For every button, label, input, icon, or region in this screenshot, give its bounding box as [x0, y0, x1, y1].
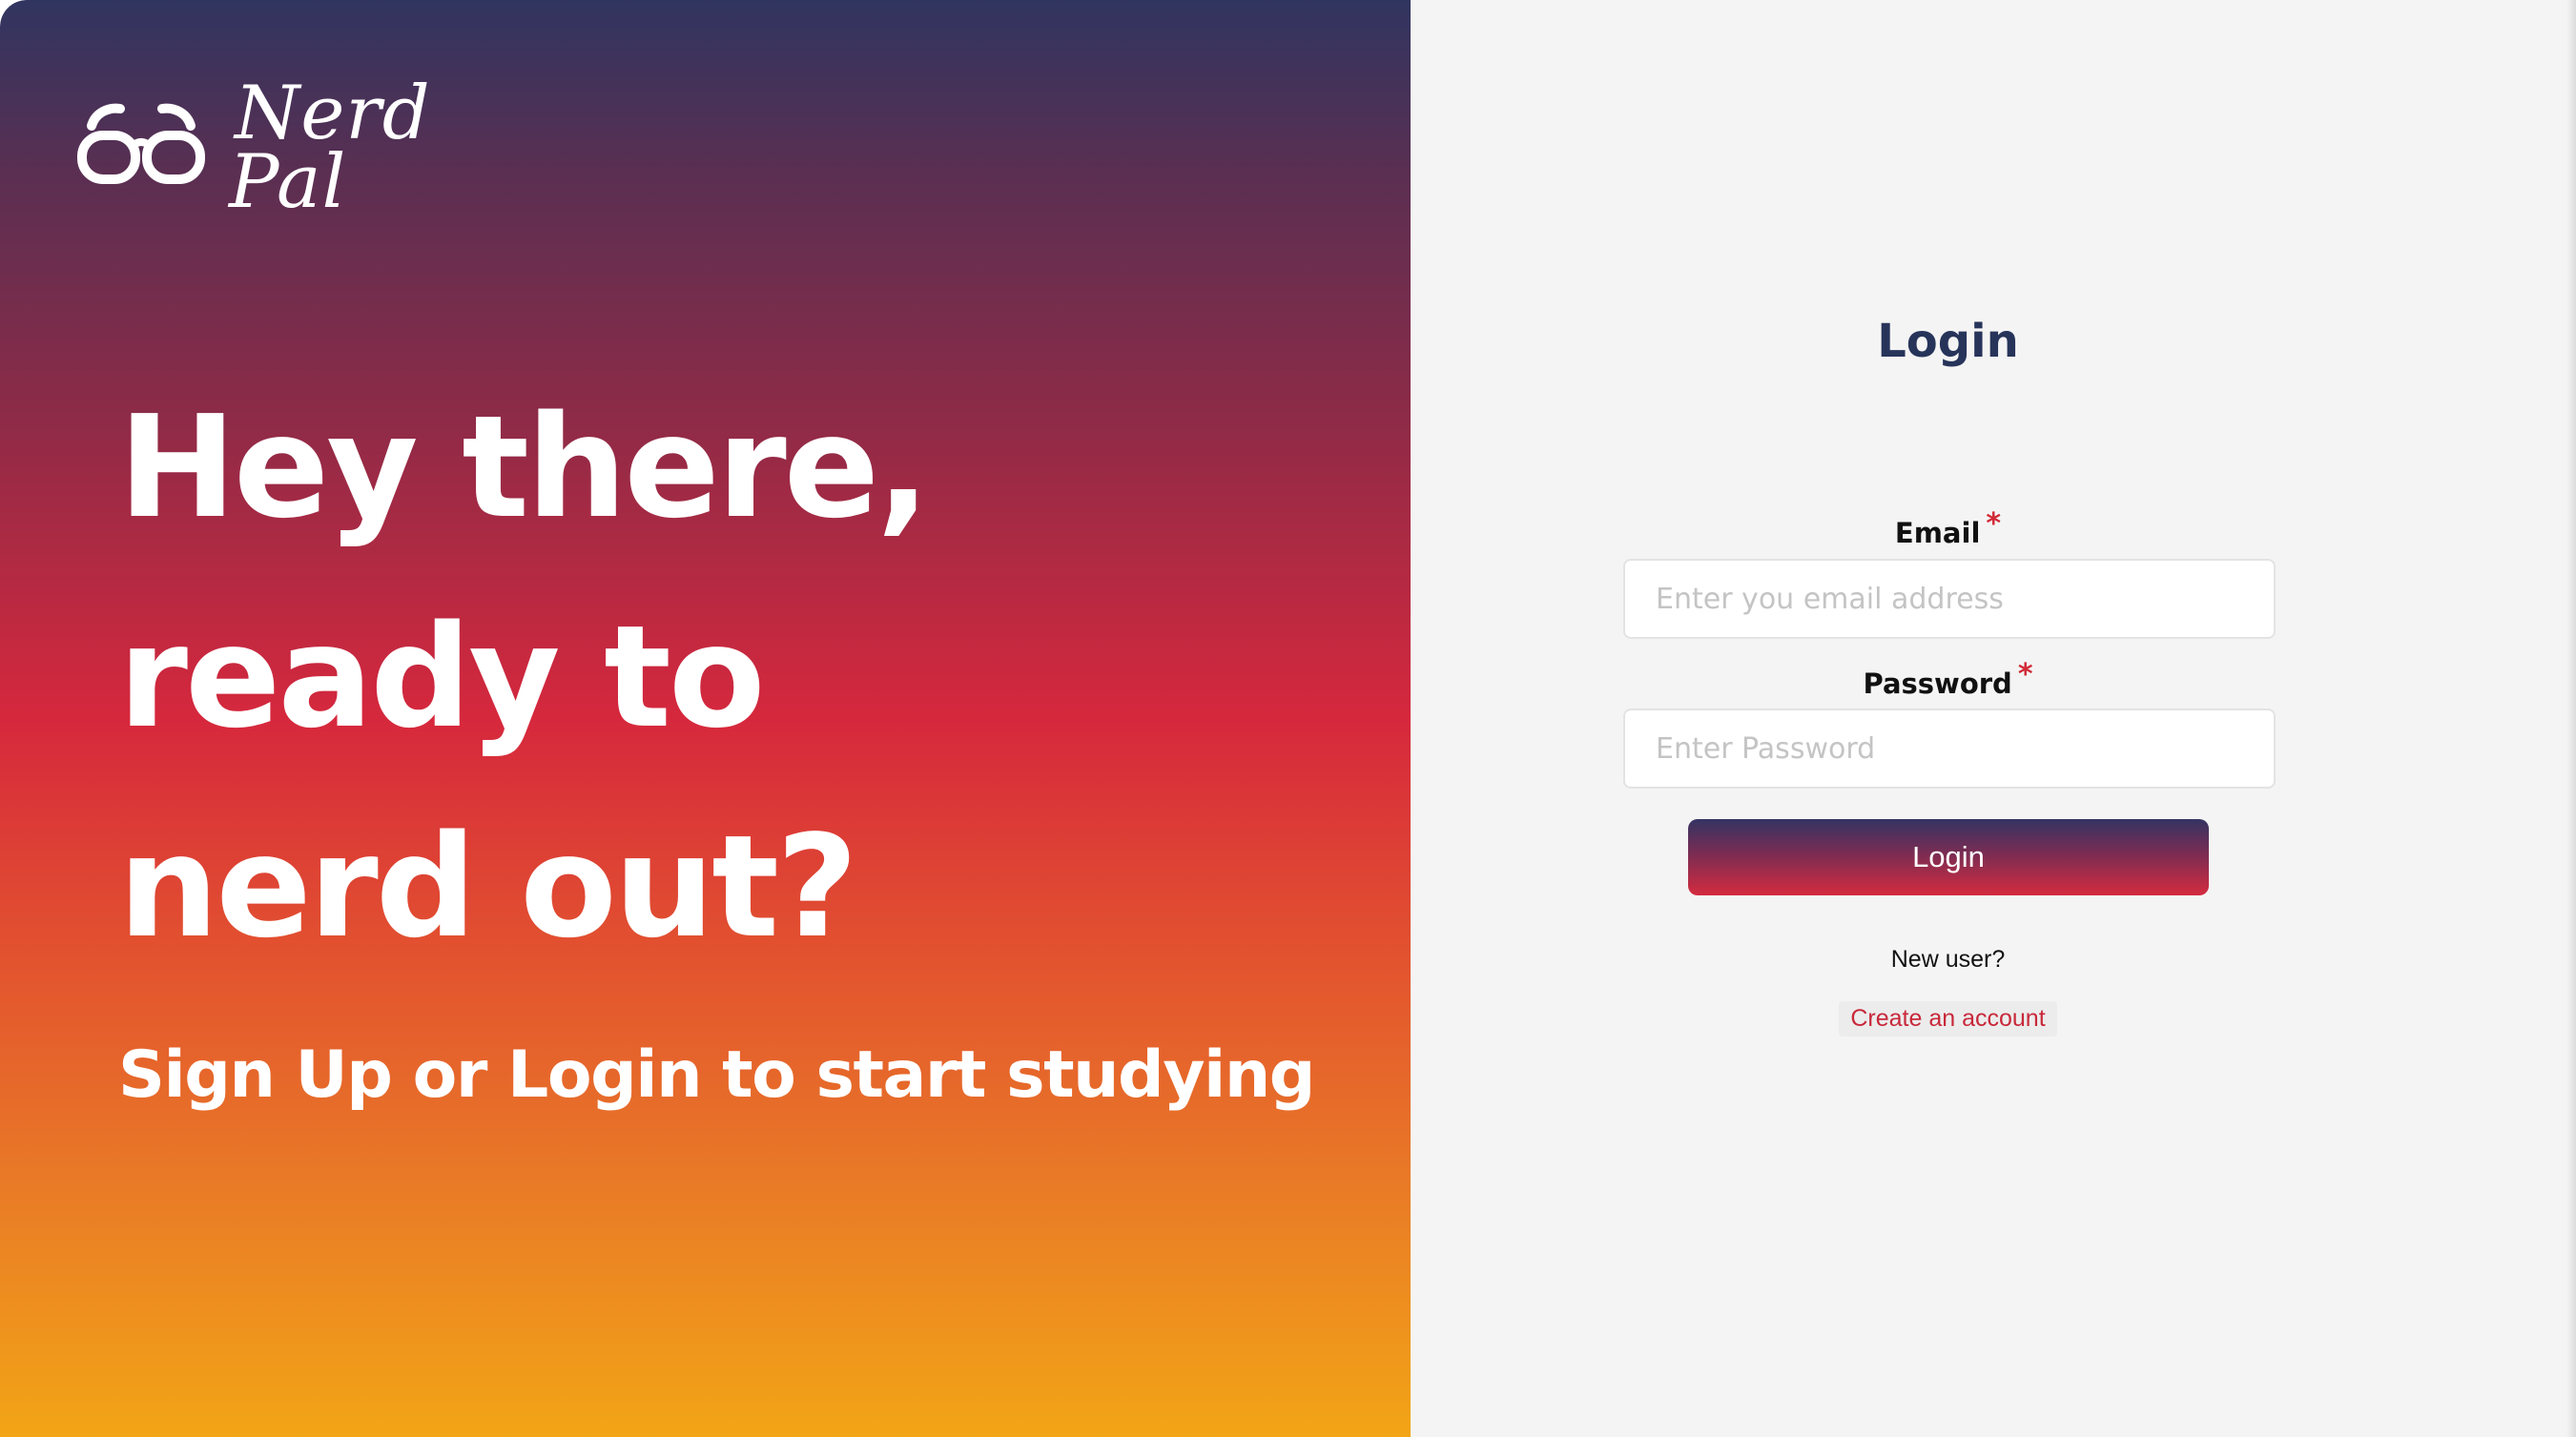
password-label: Password *	[1412, 658, 2484, 701]
email-input[interactable]	[1623, 559, 2276, 639]
password-input[interactable]	[1623, 708, 2276, 789]
new-user-text: New user?	[1890, 946, 2006, 973]
password-label-text: Password	[1863, 667, 2012, 700]
hero-headline: Hey there, ready to nerd out?	[118, 362, 1263, 992]
glasses-icon	[77, 103, 205, 184]
hero-tagline: Sign Up or Login to start studying	[118, 1037, 1315, 1113]
headline-line-3: nerd out?	[118, 805, 858, 969]
brand-logo: Nerd Pal	[74, 74, 430, 227]
create-account-link[interactable]: Create an account	[1839, 1001, 2057, 1037]
form-title: Login	[1877, 315, 2019, 368]
required-asterisk: *	[2017, 658, 2033, 691]
required-asterisk: *	[1986, 507, 2002, 541]
email-label: Email *	[1412, 507, 2484, 550]
window-edge	[2566, 0, 2576, 1437]
email-label-text: Email	[1894, 517, 1981, 549]
headline-line-1: Hey there,	[118, 385, 930, 549]
login-button[interactable]: Login	[1688, 819, 2209, 895]
hero-panel: Nerd Pal Hey there, ready to nerd out? S…	[0, 0, 1411, 1437]
create-account-wrap: Create an account	[1412, 1001, 2484, 1037]
login-page: Nerd Pal Hey there, ready to nerd out? S…	[0, 0, 2576, 1437]
logo-text-pal: Pal	[229, 139, 347, 225]
headline-line-2: ready to	[118, 595, 766, 759]
